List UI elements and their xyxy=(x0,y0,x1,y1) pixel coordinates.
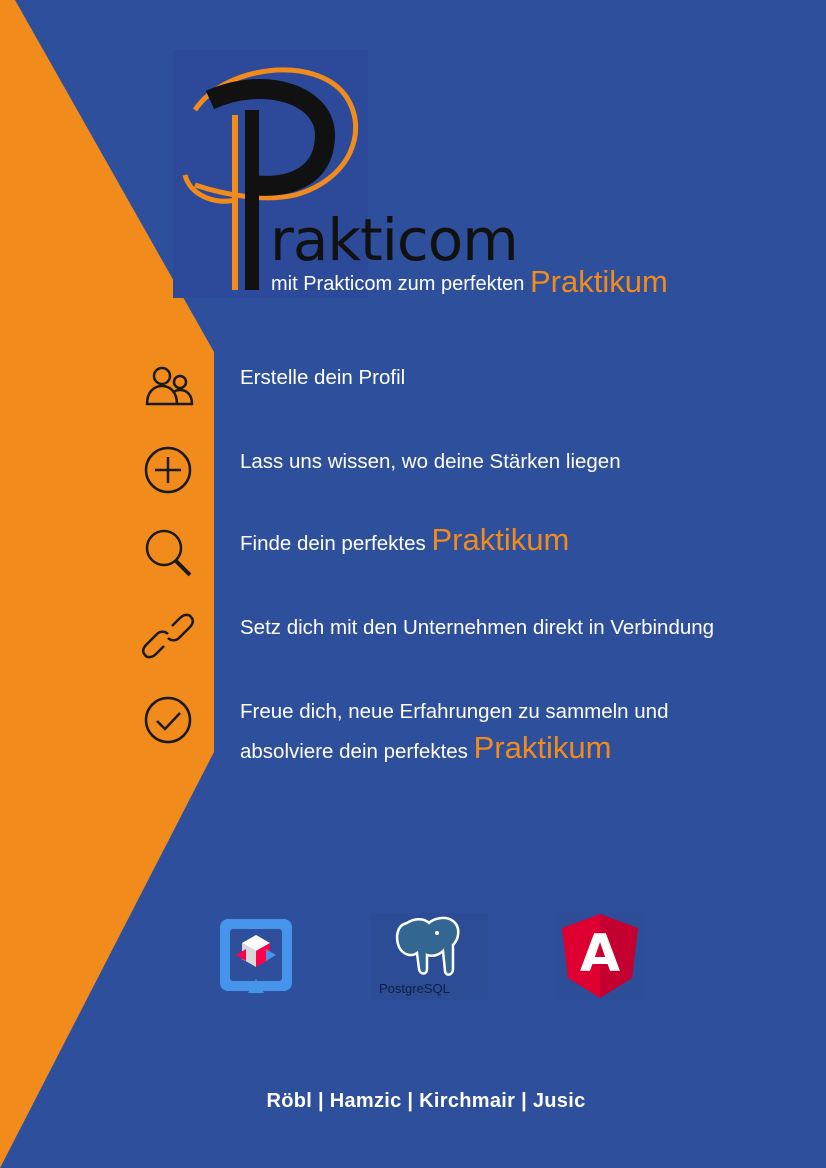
quarkus-logo-icon xyxy=(220,919,292,993)
check-circle-icon xyxy=(144,696,192,744)
postgresql-elephant-icon xyxy=(395,916,460,976)
tagline-prefix: mit Prakticom zum perfekten xyxy=(271,273,525,295)
angular-letter: A xyxy=(579,924,621,984)
tagline-highlight: Praktikum xyxy=(529,264,668,299)
footer-authors: Röbl | Hamzic | Kirchmair | Jusic xyxy=(266,1090,586,1112)
step-enjoy-line1: Freue dich, neue Erfahrungen zu sammeln … xyxy=(240,700,669,723)
step-find-internship: Finde dein perfektes Praktikum xyxy=(240,522,569,558)
search-icon xyxy=(145,529,192,577)
step-find-prefix: Finde dein perfektes xyxy=(240,532,426,555)
tagline: mit Prakticom zum perfekten Praktikum xyxy=(271,262,668,304)
step-create-profile: Erstelle dein Profil xyxy=(240,366,406,389)
postgresql-logo: PostgreSQL xyxy=(371,913,488,1000)
plus-circle-icon xyxy=(144,446,192,494)
step-strengths: Lass uns wissen, wo deine Stärken liegen xyxy=(240,450,621,473)
users-icon xyxy=(145,366,194,406)
step-enjoy-prefix: absolviere dein perfektes xyxy=(240,740,468,763)
step-connect: Setz dich mit den Unternehmen direkt in … xyxy=(240,616,715,639)
angular-logo: A xyxy=(556,912,644,1000)
postgresql-label: PostgreSQL xyxy=(379,981,450,996)
step-find-highlight: Praktikum xyxy=(431,522,570,557)
step-enjoy-line2: absolviere dein perfektes Praktikum xyxy=(240,730,611,766)
step-enjoy-highlight: Praktikum xyxy=(473,730,612,765)
link-icon xyxy=(141,613,195,659)
